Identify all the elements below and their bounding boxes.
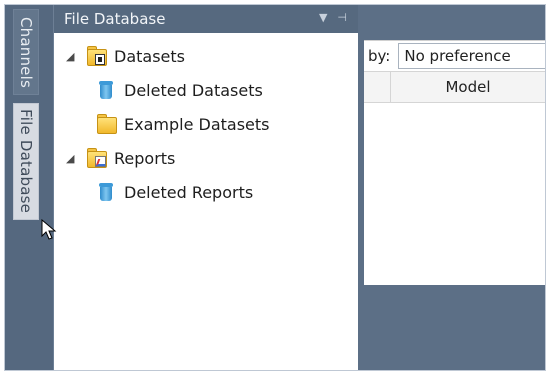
expand-triangle-icon[interactable]: ◢ — [66, 50, 80, 63]
reports-folder-icon — [86, 148, 107, 168]
grid-header: Model — [364, 71, 545, 103]
trash-icon — [96, 182, 116, 202]
chevron-down-icon[interactable]: ▼ — [319, 11, 327, 24]
main-area: by: No preference Model — [358, 5, 545, 370]
file-database-panel: File Database ▼ ⊣ ◢ Datasets Deleted Dat… — [53, 5, 359, 370]
tab-file-database[interactable]: File Database — [13, 103, 39, 220]
mouse-cursor-icon — [41, 219, 57, 240]
tree-item-label: Deleted Reports — [124, 182, 254, 202]
column-header-model[interactable]: Model — [391, 72, 545, 102]
tree-item-example-datasets[interactable]: Example Datasets — [54, 107, 359, 141]
tab-file-database-label: File Database — [17, 109, 35, 214]
datasets-folder-icon — [86, 46, 107, 66]
tree-item-datasets[interactable]: ◢ Datasets — [54, 39, 359, 73]
grid-row-header-cell — [364, 72, 391, 102]
column-header-label: Model — [445, 78, 491, 96]
tab-channels[interactable]: Channels — [13, 9, 39, 95]
content-pane: by: No preference Model — [364, 40, 545, 285]
tree-item-label: Datasets — [114, 46, 185, 66]
side-tab-strip: Channels File Database — [5, 5, 53, 370]
app-window: Channels File Database File Database ▼ ⊣… — [4, 4, 546, 371]
tree-view: ◢ Datasets Deleted Datasets Example Data… — [54, 33, 359, 209]
panel-controls: ▼ ⊣ — [319, 11, 347, 24]
filter-row: by: No preference — [364, 41, 545, 71]
preference-select[interactable]: No preference — [398, 43, 545, 69]
tree-item-deleted-datasets[interactable]: Deleted Datasets — [54, 73, 359, 107]
tree-item-label: Deleted Datasets — [124, 80, 263, 100]
panel-header: File Database ▼ ⊣ — [54, 5, 359, 33]
tree-item-label: Reports — [114, 148, 176, 168]
trash-icon — [96, 80, 116, 100]
tab-channels-label: Channels — [17, 16, 35, 88]
folder-icon — [96, 114, 117, 134]
preference-select-value: No preference — [404, 47, 511, 65]
panel-title: File Database — [64, 10, 166, 28]
expand-triangle-icon[interactable]: ◢ — [66, 152, 80, 165]
filter-label: by: — [368, 47, 391, 65]
tree-item-reports[interactable]: ◢ Reports — [54, 141, 359, 175]
tree-item-label: Example Datasets — [124, 114, 270, 134]
tree-item-deleted-reports[interactable]: Deleted Reports — [54, 175, 359, 209]
pin-icon[interactable]: ⊣ — [337, 11, 347, 24]
